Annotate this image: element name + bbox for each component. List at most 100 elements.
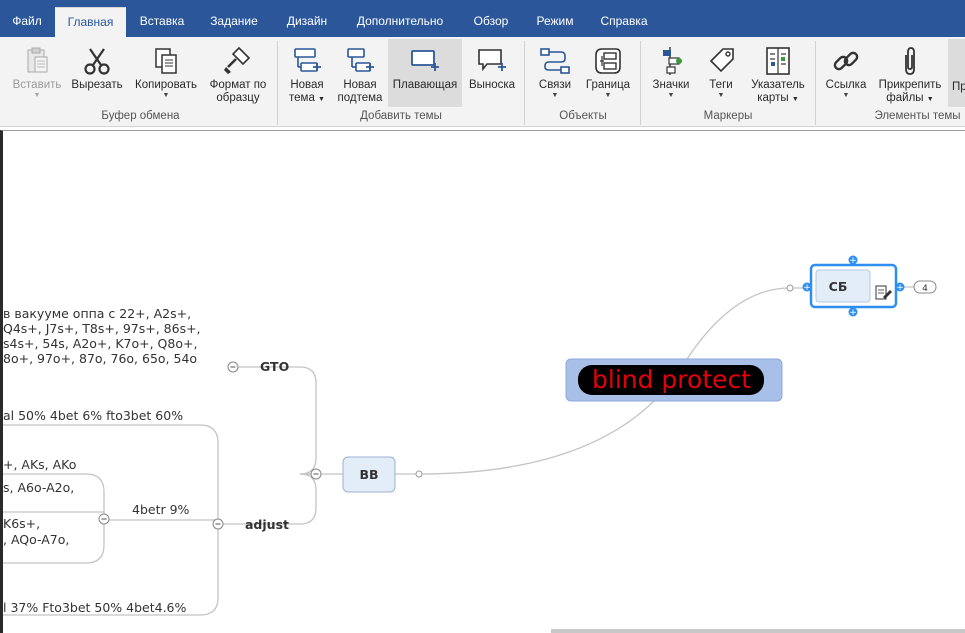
group-label-topic-elements: Элементы темы	[874, 110, 961, 122]
map-index-icon	[766, 47, 790, 75]
more-button-label: Пр	[952, 81, 965, 93]
chevron-down-icon: ▼	[604, 92, 612, 99]
new-topic-button[interactable]: Новая тема ▼	[282, 39, 332, 107]
4bet-b-line-1: K6s+,	[3, 516, 40, 531]
group-label-add-topics: Добавить темы	[360, 110, 442, 122]
format-painter-label-1: Формат по	[209, 79, 267, 91]
tab-insert[interactable]: Вставка	[131, 7, 193, 37]
chevron-down-icon: ▼	[551, 92, 559, 99]
tab-file[interactable]: Файл	[4, 7, 50, 37]
ribbon-separator	[640, 41, 641, 125]
adjust-bottom-text[interactable]: l 37% Fto3bet 50% 4bet4.6%	[3, 600, 187, 615]
topic-sb[interactable]: СБ + + + +	[786, 255, 905, 319]
hyperlink-button[interactable]: Ссылка ▼	[820, 39, 872, 107]
badge-count: 4	[922, 284, 928, 294]
tags-button[interactable]: Теги ▼	[698, 39, 744, 107]
more-button-truncated[interactable]: Пр	[948, 39, 965, 107]
cut-button[interactable]: Вырезать	[68, 39, 126, 107]
callout-label: Выноска	[468, 79, 516, 91]
new-subtopic-label-1: Новая	[343, 79, 377, 91]
paste-button[interactable]: Вставить ▼	[8, 39, 66, 107]
ribbon-separator	[524, 41, 525, 125]
ribbon-separator	[277, 41, 278, 125]
collapsed-count-badge[interactable]: 4	[913, 280, 937, 294]
chevron-down-icon: ▼	[33, 92, 41, 99]
tags-label: Теги	[709, 79, 733, 91]
icons-label: Значки	[652, 79, 690, 91]
format-painter-label-2: образцу	[216, 92, 260, 104]
central-topic-label: ВВ	[359, 467, 378, 482]
relationship-button[interactable]: Связи ▼	[530, 39, 580, 107]
tab-design[interactable]: Дизайн	[276, 7, 338, 37]
ribbon-home: Вставить ▼ Вырезать Копировать ▼ Формат …	[0, 37, 965, 127]
paperclip-icon	[905, 47, 915, 75]
tab-view[interactable]: Режим	[528, 7, 582, 37]
chevron-down-icon: ▼	[162, 92, 170, 99]
tab-task[interactable]: Задание	[202, 7, 266, 37]
new-subtopic-button[interactable]: Новая подтема	[334, 39, 386, 107]
new-topic-label-2: тема ▼	[289, 92, 325, 104]
scissors-icon	[84, 48, 110, 75]
map-index-label-1: Указатель	[751, 79, 805, 91]
adjust-top-text[interactable]: al 50% 4bet 6% fto3bet 60%	[3, 408, 183, 423]
callout-button[interactable]: Выноска	[464, 39, 520, 107]
horizontal-scrollbar[interactable]	[551, 629, 965, 633]
gto-line-1: в вакууме оппа с 22+, A2s+,	[3, 306, 191, 321]
tab-help[interactable]: Справка	[593, 7, 655, 37]
map-index-button[interactable]: Указатель карты ▼	[746, 39, 810, 107]
gto-line-3: s4s+, 54s, A2o+, K7o+, Q8o+,	[3, 336, 197, 351]
attach-files-label-2: файлы ▼	[886, 92, 934, 104]
icons-marker-icon	[663, 47, 682, 75]
4bet-a-line-1: +, AKs, AKo	[3, 457, 76, 472]
floating-topic-label: Плавающая	[392, 79, 458, 91]
callout-icon	[478, 49, 506, 72]
app-window: Файл Главная Вставка Задание Дизайн Допо…	[0, 0, 965, 633]
icons-button[interactable]: Значки ▼	[646, 39, 696, 107]
format-painter-button[interactable]: Формат по образцу	[204, 39, 272, 107]
hyperlink-label: Ссылка	[825, 79, 867, 91]
connector-gto	[233, 366, 317, 475]
connector-handle[interactable]	[415, 470, 423, 478]
gto-note-text: в вакууме оппа с 22+, A2s+, Q4s+, J7s+, …	[3, 306, 201, 366]
attach-files-button[interactable]: Прикрепить файлы ▼	[874, 39, 946, 107]
floating-topic-button[interactable]: Плавающая	[388, 39, 462, 107]
4bet-a-line-2: s, A6o-A2o,	[3, 480, 74, 495]
chain-link-icon	[833, 51, 859, 71]
copy-icon	[155, 48, 177, 74]
topic-gto-label: GTO	[260, 359, 289, 374]
boundary-icon	[595, 48, 621, 74]
tab-advanced[interactable]: Дополнительно	[349, 7, 451, 37]
paste-label: Вставить	[12, 79, 62, 91]
cut-label: Вырезать	[71, 79, 123, 91]
relationship-label: Связи	[538, 79, 572, 91]
gto-line-4: 8o+, 97o+, 87o, 76o, 65o, 54o	[3, 351, 197, 366]
chevron-down-icon: ▼	[842, 92, 850, 99]
chevron-down-icon: ▼	[717, 92, 725, 99]
relationship-icon	[540, 48, 570, 74]
attach-files-label-1: Прикрепить	[878, 79, 942, 91]
format-painter-icon	[224, 46, 251, 74]
svg-text:+: +	[896, 283, 904, 293]
tab-home[interactable]: Главная	[55, 7, 126, 37]
paste-icon	[27, 47, 48, 73]
tab-review[interactable]: Обзор	[464, 7, 518, 37]
new-subtopic-icon	[347, 48, 374, 72]
mind-map-canvas[interactable]: GTO в вакууме оппа с 22+, A2s+, Q4s+, J7…	[0, 130, 965, 633]
chevron-down-icon: ▼	[667, 92, 675, 99]
floating-topic[interactable]: blind protect	[565, 358, 783, 402]
boundary-label: Граница	[585, 79, 631, 91]
group-label-markers: Маркеры	[703, 110, 753, 122]
new-subtopic-label-2: подтема	[337, 92, 383, 104]
topic-4bet[interactable]: 4betr 9%	[98, 502, 190, 525]
gto-line-2: Q4s+, J7s+, T8s+, 97s+, 86s+,	[3, 321, 201, 336]
topic-4bet-label: 4betr 9%	[132, 502, 190, 517]
new-topic-label-1: Новая	[290, 79, 324, 91]
svg-text:+: +	[803, 283, 811, 293]
connector-handle[interactable]	[786, 284, 794, 292]
map-index-label-2: карты ▼	[757, 92, 799, 104]
ribbon-tab-bar: Файл Главная Вставка Задание Дизайн Допо…	[0, 0, 965, 37]
group-label-clipboard: Буфер обмена	[101, 110, 180, 122]
new-topic-icon	[294, 48, 321, 72]
copy-button[interactable]: Копировать ▼	[130, 39, 202, 107]
boundary-button[interactable]: Граница ▼	[582, 39, 634, 107]
